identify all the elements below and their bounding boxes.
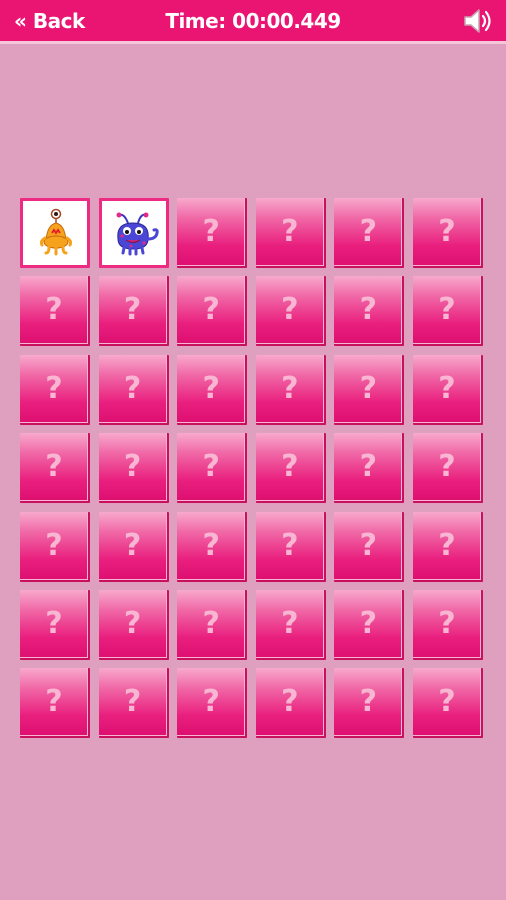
question-mark-icon: ? [438,527,456,563]
memory-card-hidden[interactable]: ? [412,511,483,582]
question-mark-icon: ? [438,214,456,249]
question-mark-icon: ? [202,527,220,563]
memory-card-hidden[interactable]: ? [177,433,248,504]
memory-card-hidden[interactable]: ? [255,354,326,425]
memory-card-hidden[interactable]: ? [98,433,169,504]
memory-card-hidden[interactable]: ? [177,511,248,582]
question-mark-icon: ? [281,292,299,328]
memory-card-hidden[interactable]: ? [255,589,326,660]
memory-card-hidden[interactable]: ? [412,668,483,739]
question-mark-icon: ? [281,370,299,406]
question-mark-icon: ? [438,449,456,485]
question-mark-icon: ? [123,292,142,328]
memory-card-hidden[interactable]: ? [177,354,248,425]
question-mark-icon: ? [202,214,220,249]
memory-card-revealed[interactable] [20,198,90,268]
question-mark-icon: ? [202,292,220,328]
question-mark-icon: ? [359,370,378,406]
question-mark-icon: ? [45,449,63,485]
memory-card-revealed[interactable] [98,198,169,268]
top-bar: « Back Time: 00:00.449 [0,0,506,44]
memory-card-hidden[interactable]: ? [98,511,169,582]
question-mark-icon: ? [123,370,142,406]
speaker-icon[interactable] [462,6,496,36]
question-mark-icon: ? [45,292,63,328]
memory-card-hidden[interactable]: ? [334,668,405,739]
question-mark-icon: ? [202,370,220,406]
question-mark-icon: ? [281,684,299,720]
question-mark-icon: ? [438,292,456,328]
question-mark-icon: ? [202,684,220,720]
question-mark-icon: ? [123,684,142,720]
question-mark-icon: ? [123,527,142,563]
memory-card-hidden[interactable]: ? [334,433,405,504]
memory-card-hidden[interactable]: ? [412,433,483,504]
question-mark-icon: ? [359,605,378,641]
question-mark-icon: ? [359,292,378,328]
question-mark-icon: ? [202,605,220,641]
memory-card-hidden[interactable]: ? [98,276,169,347]
question-mark-icon: ? [123,449,142,485]
memory-card-hidden[interactable]: ? [255,511,326,582]
question-mark-icon: ? [359,449,378,485]
memory-card-hidden[interactable]: ? [255,276,326,347]
memory-card-hidden[interactable]: ? [412,276,483,347]
memory-card-hidden[interactable]: ? [255,668,326,739]
question-mark-icon: ? [438,370,456,406]
memory-card-hidden[interactable]: ? [98,589,169,660]
memory-card-hidden[interactable]: ? [334,276,405,347]
memory-card-hidden[interactable]: ? [20,433,90,504]
memory-card-hidden[interactable]: ? [334,198,405,268]
question-mark-icon: ? [281,527,299,563]
memory-card-hidden[interactable]: ? [98,668,169,739]
memory-card-hidden[interactable]: ? [412,198,483,268]
card-grid: ???????????????????????????????????????? [20,198,483,739]
memory-card-hidden[interactable]: ? [20,589,90,660]
memory-card-hidden[interactable]: ? [255,433,326,504]
memory-card-hidden[interactable]: ? [255,198,326,268]
memory-card-hidden[interactable]: ? [177,276,248,347]
memory-card-hidden[interactable]: ? [177,198,248,268]
question-mark-icon: ? [438,605,456,641]
memory-card-hidden[interactable]: ? [177,668,248,739]
question-mark-icon: ? [359,214,378,249]
memory-card-hidden[interactable]: ? [20,354,90,425]
question-mark-icon: ? [45,370,63,406]
question-mark-icon: ? [45,527,63,563]
question-mark-icon: ? [359,684,378,720]
memory-card-hidden[interactable]: ? [177,589,248,660]
memory-card-hidden[interactable]: ? [20,276,90,347]
question-mark-icon: ? [281,214,299,249]
memory-card-hidden[interactable]: ? [412,354,483,425]
memory-card-hidden[interactable]: ? [334,354,405,425]
timer-label: Time: 00:00.449 [165,9,341,33]
question-mark-icon: ? [281,605,299,641]
question-mark-icon: ? [359,527,378,563]
memory-card-hidden[interactable]: ? [20,668,90,739]
memory-card-hidden[interactable]: ? [412,589,483,660]
memory-card-hidden[interactable]: ? [20,511,90,582]
question-mark-icon: ? [45,684,63,720]
question-mark-icon: ? [202,449,220,485]
question-mark-icon: ? [281,449,299,485]
question-mark-icon: ? [123,605,142,641]
question-mark-icon: ? [438,684,456,720]
question-mark-icon: ? [45,605,63,641]
memory-card-hidden[interactable]: ? [334,589,405,660]
memory-card-hidden[interactable]: ? [98,354,169,425]
memory-card-hidden[interactable]: ? [334,511,405,582]
